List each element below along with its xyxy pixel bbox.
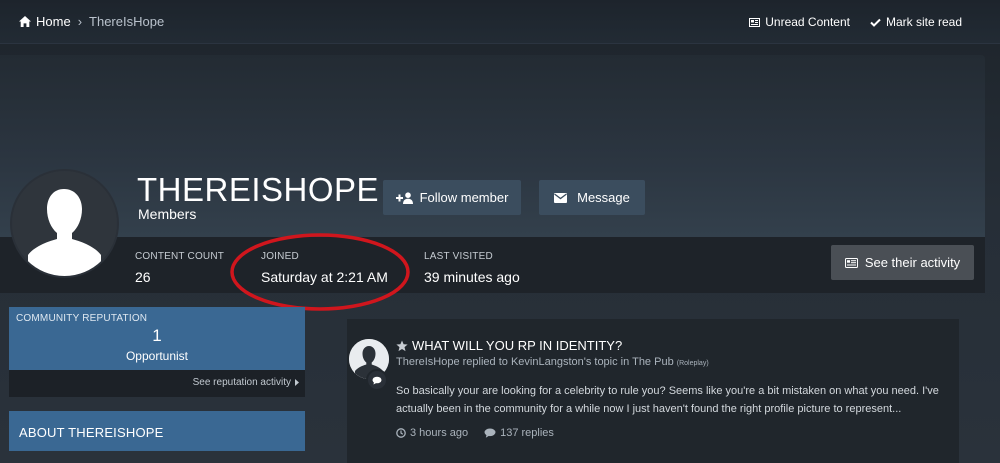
star-icon [396, 340, 408, 351]
activity-card-icon [844, 257, 858, 268]
content-count-value: 26 [135, 269, 151, 285]
reputation-footer: See reputation activity [9, 370, 305, 397]
follow-member-button[interactable]: Follow member [383, 180, 521, 215]
breadcrumb-separator: › [77, 14, 83, 29]
see-their-activity-label: See their activity [864, 255, 961, 270]
activity-title-text: WHAT WILL YOU RP IN IDENTITY? [412, 338, 623, 353]
top-actions: Unread Content Mark site read [729, 15, 962, 29]
breadcrumb: Home › ThereIsHope [19, 14, 164, 29]
red-highlight-ellipse [230, 233, 410, 311]
activity-snippet: So basically your are looking for a cele… [396, 385, 939, 415]
see-reputation-activity-label: See reputation activity [192, 377, 291, 388]
message-button[interactable]: Message [539, 180, 645, 215]
last-visited-value: 39 minutes ago [424, 269, 520, 285]
see-their-activity-button[interactable]: See their activity [831, 245, 974, 280]
default-user-silhouette-icon [12, 171, 117, 276]
activity-title[interactable]: WHAT WILL YOU RP IN IDENTITY? [396, 338, 622, 353]
community-reputation-box: COMMUNITY REPUTATION 1 Opportunist [9, 307, 305, 370]
comment-icon [372, 376, 382, 384]
unread-content-label: Unread Content [765, 15, 850, 29]
see-reputation-activity-link[interactable]: See reputation activity [193, 377, 300, 388]
caret-right-icon [295, 379, 299, 386]
reputation-rank: Opportunist [125, 349, 189, 363]
reputation-value: 1 [152, 326, 162, 345]
activity-replies-text: 137 replies [500, 427, 554, 439]
check-icon [870, 18, 881, 27]
about-title: ABOUT THEREISHOPE [19, 425, 164, 440]
envelope-icon [554, 192, 568, 203]
activity-time-text: 3 hours ago [410, 427, 469, 439]
stat-content-count: CONTENT COUNT 26 [135, 251, 224, 285]
home-icon [19, 16, 31, 27]
profile-avatar[interactable] [10, 169, 119, 278]
profile-member-group: Members [138, 206, 197, 222]
activity-time: 3 hours ago [396, 427, 468, 439]
user-plus-icon [395, 191, 413, 204]
follow-member-label: Follow member [419, 190, 509, 205]
unread-content-link[interactable]: Unread Content [749, 15, 850, 29]
clock-icon [396, 428, 406, 438]
top-navigation-bar: Home › ThereIsHope Unread Content Mark s… [0, 0, 1000, 44]
activity-footer: 3 hours ago 137 replies [396, 427, 570, 439]
message-label: Message [577, 190, 630, 205]
comment-icon [484, 428, 496, 438]
about-section-header: ABOUT THEREISHOPE [9, 411, 305, 451]
breadcrumb-home-link[interactable]: Home [19, 14, 71, 29]
last-visited-label: LAST VISITED [424, 251, 493, 262]
activity-meta-forum: (Roleplay) [676, 360, 709, 367]
activity-meta: ThereIsHope replied to KevinLangston's t… [396, 356, 709, 368]
stat-last-visited: LAST VISITED 39 minutes ago [424, 251, 520, 285]
activity-reply-badge [366, 369, 388, 391]
mark-site-read-link[interactable]: Mark site read [870, 15, 962, 29]
content-count-label: CONTENT COUNT [135, 251, 225, 262]
newspaper-icon [749, 17, 761, 27]
profile-username: THEREISHOPE [137, 171, 380, 208]
activity-replies: 137 replies [484, 427, 554, 439]
activity-meta-text: ThereIsHope replied to KevinLangston's t… [396, 356, 674, 368]
breadcrumb-current: ThereIsHope [89, 14, 165, 29]
mark-site-read-label: Mark site read [885, 15, 962, 29]
reputation-title: COMMUNITY REPUTATION [16, 313, 148, 324]
breadcrumb-home-label: Home [36, 14, 71, 29]
